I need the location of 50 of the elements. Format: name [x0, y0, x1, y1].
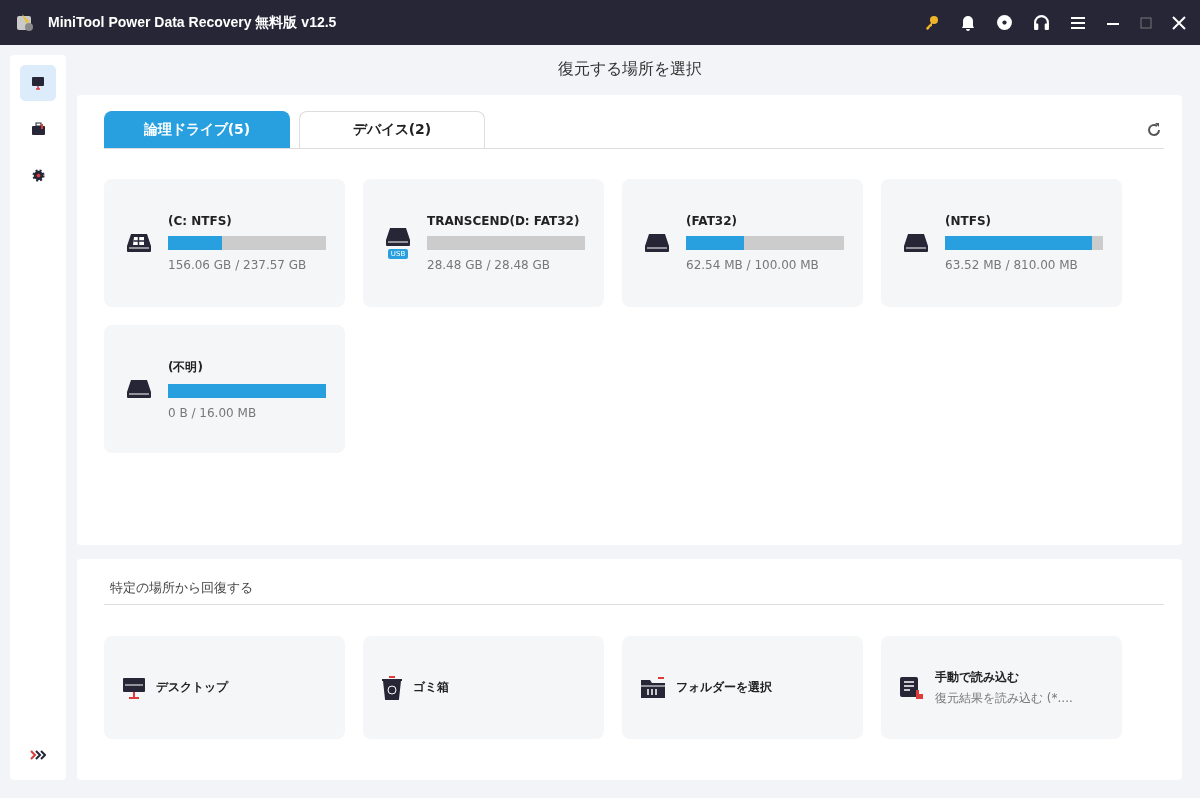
document-icon	[899, 674, 925, 701]
drive-icon	[644, 233, 670, 253]
toolbox-icon	[30, 122, 46, 136]
location-subtitle: 復元結果を読み込む (*....	[935, 689, 1073, 707]
drive-name: (C: NTFS)	[168, 214, 233, 228]
location-label: フォルダーを選択	[676, 679, 772, 696]
page-heading: 復元する場所を選択	[556, 58, 703, 80]
drive-size: 156.06 GB / 237.57 GB	[168, 258, 308, 272]
menu-icon[interactable]	[1070, 15, 1086, 30]
app-logo-icon	[14, 11, 36, 34]
disc-icon[interactable]	[996, 14, 1013, 31]
monitor-icon	[31, 76, 45, 90]
drive-name: (NTFS)	[945, 214, 993, 228]
drive-card[interactable]: (C: NTFS) 156.06 GB / 237.57 GB	[104, 179, 345, 307]
drive-icon	[385, 227, 411, 247]
tab[interactable]: デバイス(2)	[299, 111, 485, 148]
folder-icon	[640, 676, 666, 699]
drive-name: TRANSCEND(D: FAT32)	[427, 214, 581, 228]
window-title: MiniTool Power Data Recovery 無料版 v12.5	[48, 13, 337, 32]
drive-icon	[126, 233, 152, 253]
drive-icon	[903, 233, 929, 253]
location-card[interactable]: フォルダーを選択	[622, 636, 863, 739]
refresh-icon[interactable]	[1146, 122, 1162, 138]
location-label: 手動で読み込む	[935, 668, 1020, 686]
gear-icon	[31, 168, 45, 182]
drive-name: (不明)	[168, 358, 204, 376]
drive-size: 63.52 MB / 810.00 MB	[945, 258, 1079, 272]
drive-icon	[126, 379, 152, 399]
drive-name: (FAT32)	[686, 214, 739, 228]
drive-card[interactable]: (NTFS) 63.52 MB / 810.00 MB	[881, 179, 1122, 307]
key-icon[interactable]	[924, 14, 940, 31]
headset-icon[interactable]	[1033, 14, 1050, 31]
maximize-icon[interactable]	[1140, 16, 1152, 29]
sidebar-item[interactable]	[20, 65, 56, 101]
bell-icon[interactable]	[960, 14, 976, 31]
drive-size: 62.54 MB / 100.00 MB	[686, 258, 820, 272]
drive-card[interactable]: (FAT32) 62.54 MB / 100.00 MB	[622, 179, 863, 307]
desktop-icon	[122, 675, 146, 700]
close-icon[interactable]	[1172, 15, 1186, 30]
location-label: デスクトップ	[156, 679, 228, 696]
section-title: 特定の場所から回復する	[104, 579, 1164, 605]
location-card[interactable]: ゴミ箱	[363, 636, 604, 739]
location-card[interactable]: デスクトップ	[104, 636, 345, 739]
expand-icon[interactable]	[30, 750, 46, 760]
drive-size: 0 B / 16.00 MB	[168, 405, 258, 420]
trash-icon	[381, 675, 403, 700]
location-card[interactable]: 手動で読み込む 復元結果を読み込む (*....	[881, 636, 1122, 739]
drive-card[interactable]: (不明) 0 B / 16.00 MB	[104, 325, 345, 453]
location-label: ゴミ箱	[413, 679, 449, 696]
drive-size: 28.48 GB / 28.48 GB	[427, 258, 552, 272]
